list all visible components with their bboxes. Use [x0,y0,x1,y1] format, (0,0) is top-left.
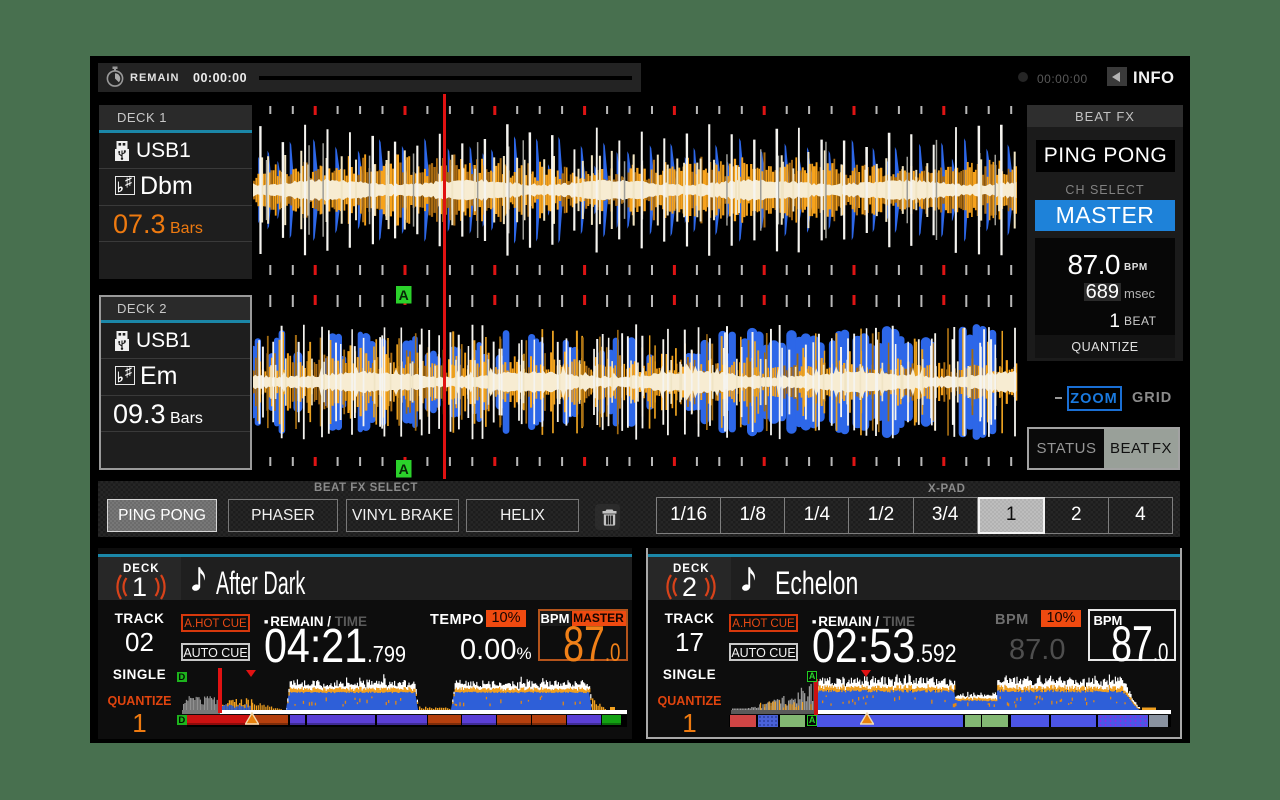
svg-text:A: A [399,287,409,303]
svg-text:A: A [399,461,409,477]
